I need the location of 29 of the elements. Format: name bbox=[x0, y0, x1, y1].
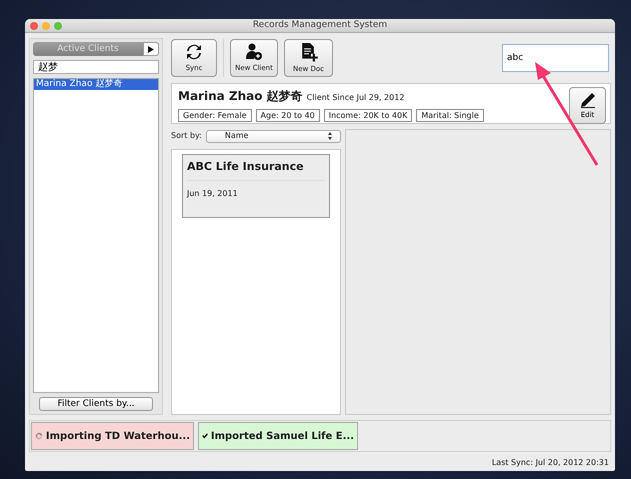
task-label: Imported Samuel Life E... bbox=[210, 430, 354, 444]
client-attribute-tag: Gender: Female bbox=[178, 109, 252, 122]
sort-label: Sort by: bbox=[171, 130, 202, 142]
expand-button[interactable] bbox=[143, 42, 159, 56]
pencil-icon bbox=[578, 90, 596, 108]
client-attribute-tag: Marital: Single bbox=[416, 109, 484, 122]
stepper-icon bbox=[328, 132, 332, 140]
minimize-button[interactable] bbox=[42, 22, 50, 30]
sync-icon bbox=[186, 42, 202, 61]
window-title: Records Management System bbox=[252, 19, 388, 32]
person-add-icon bbox=[245, 42, 263, 61]
document-add-icon bbox=[300, 42, 318, 62]
client-attribute-tag: Age: 20 to 40 bbox=[256, 109, 320, 122]
filter-button[interactable]: Filter Clients by... bbox=[39, 397, 153, 411]
close-button[interactable] bbox=[30, 22, 38, 30]
client-search-field[interactable]: 赵梦 bbox=[33, 60, 159, 74]
last-sync-text: Last Sync: Jul 20, 2012 20:31 bbox=[492, 458, 609, 467]
zoom-button[interactable] bbox=[54, 22, 62, 30]
client-list-item[interactable]: Marina Zhao 赵梦奇 bbox=[34, 79, 158, 90]
document-date: Jun 19, 2011 bbox=[187, 188, 239, 200]
client-attribute-tag: Income: 20K to 40K bbox=[324, 109, 412, 122]
sort-dropdown[interactable]: Name bbox=[206, 130, 341, 142]
client-since: Client Since Jul 29, 2012 bbox=[306, 92, 404, 104]
document-title: ABC Life Insurance bbox=[187, 159, 325, 180]
document-card[interactable]: ABC Life Insurance Jun 19, 2011 bbox=[182, 154, 330, 218]
task-label: Importing TD Waterhou... bbox=[46, 430, 190, 444]
search-field[interactable]: abc bbox=[502, 44, 609, 72]
client-name: Marina Zhao 赵梦奇 bbox=[178, 88, 303, 105]
play-icon bbox=[148, 46, 154, 52]
